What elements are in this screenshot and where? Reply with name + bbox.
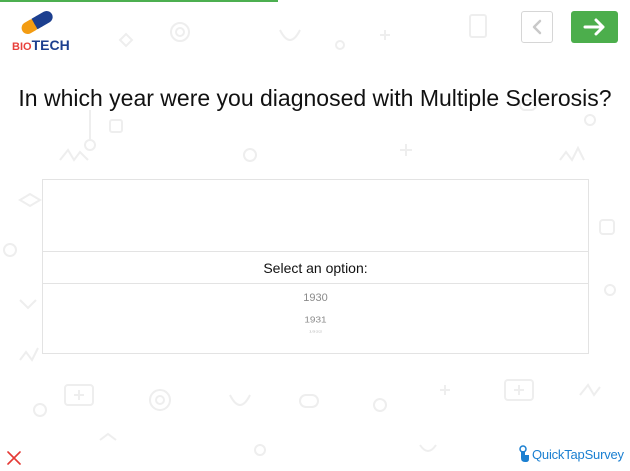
progress-bar — [0, 0, 278, 2]
quicktapsurvey-brand: QuickTapSurvey — [517, 445, 624, 463]
logo-suffix: TECH — [31, 37, 70, 53]
picker-option[interactable]: 1932 — [43, 331, 588, 333]
question-text: In which year were you diagnosed with Mu… — [18, 85, 612, 111]
close-button[interactable] — [7, 451, 21, 465]
logo-prefix: BIO — [12, 41, 32, 53]
biotech-logo: BIOTECH — [8, 8, 70, 53]
back-button[interactable] — [521, 11, 553, 43]
picker-header: Select an option: — [43, 251, 588, 284]
picker-header-label: Select an option: — [263, 259, 368, 276]
picker-options-list[interactable]: 1930 1931 1932 — [43, 284, 588, 354]
chevron-left-icon — [532, 19, 542, 35]
brand-name: QuickTapSurvey — [532, 446, 624, 462]
next-button[interactable] — [571, 11, 618, 43]
picker-option[interactable]: 1931 — [43, 316, 588, 325]
close-icon — [7, 451, 21, 465]
tap-hand-icon — [519, 445, 529, 462]
logo-text: BIOTECH — [12, 37, 70, 53]
year-picker[interactable]: Select an option: 1930 1931 1932 — [42, 179, 589, 354]
picker-blank-area — [43, 180, 588, 251]
pill-icon — [21, 11, 53, 34]
arrow-right-icon — [583, 18, 604, 36]
picker-option[interactable]: 1930 — [43, 292, 588, 304]
